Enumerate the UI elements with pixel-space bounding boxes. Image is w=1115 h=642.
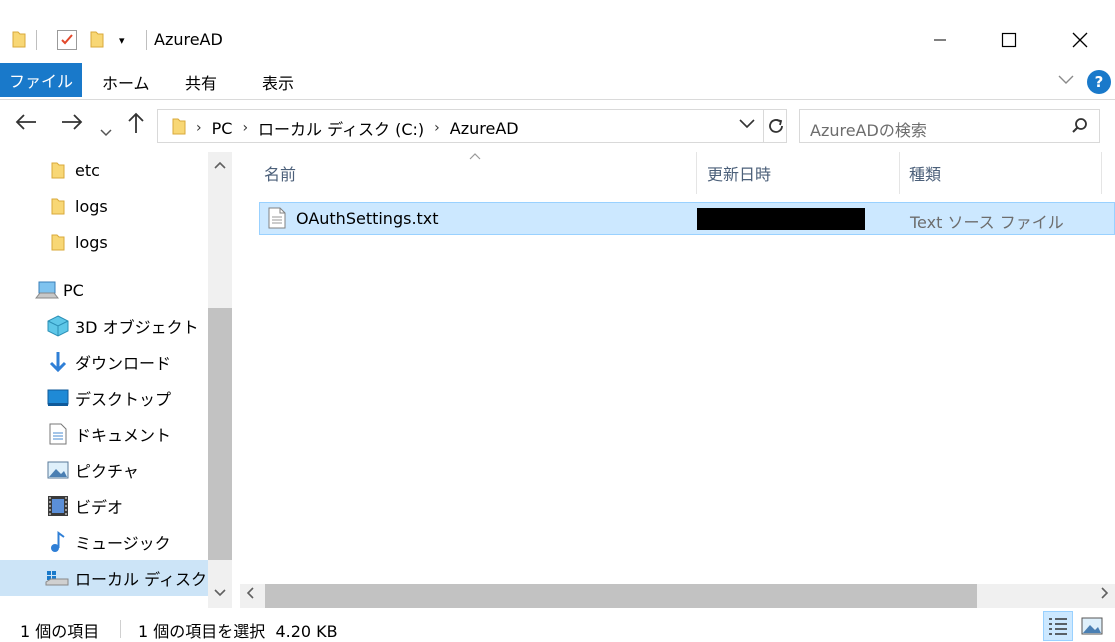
desktop-icon bbox=[47, 389, 69, 407]
back-arrow-icon bbox=[15, 114, 36, 130]
help-button[interactable]: ? bbox=[1087, 70, 1111, 94]
search-box[interactable]: AzureADの検索 bbox=[799, 109, 1100, 143]
music-icon bbox=[49, 531, 67, 553]
videos-icon bbox=[47, 495, 69, 517]
column-header-type[interactable]: 種類 bbox=[909, 152, 1099, 194]
horizontal-scrollbar-thumb[interactable] bbox=[265, 584, 977, 608]
tab-file[interactable]: ファイル bbox=[0, 63, 82, 97]
download-icon bbox=[49, 351, 67, 373]
refresh-icon bbox=[768, 119, 783, 133]
properties-icon[interactable] bbox=[57, 30, 77, 50]
pictures-icon bbox=[47, 461, 69, 479]
maximize-icon bbox=[1001, 32, 1017, 48]
breadcrumb-local-disk[interactable]: ローカル ディスク (C:) bbox=[258, 116, 424, 140]
recent-locations-button[interactable] bbox=[100, 118, 112, 142]
text-file-icon bbox=[268, 207, 286, 233]
chevron-right-icon[interactable]: › bbox=[196, 120, 202, 136]
chevron-down-icon bbox=[100, 129, 112, 137]
tab-share[interactable]: 共有 bbox=[185, 70, 217, 94]
scroll-down-icon[interactable] bbox=[214, 586, 226, 600]
folder-icon bbox=[12, 30, 26, 48]
nav-item-music[interactable]: ミュージック bbox=[0, 524, 208, 560]
close-icon bbox=[1072, 32, 1088, 48]
customize-quick-access-icon[interactable]: ▾ bbox=[119, 34, 125, 47]
title-bar: ▾ AzureAD bbox=[0, 0, 1115, 62]
column-header-modified[interactable]: 更新日時 bbox=[707, 152, 897, 194]
file-name: OAuthSettings.txt bbox=[296, 209, 439, 228]
search-icon[interactable] bbox=[1071, 117, 1089, 139]
maximize-button[interactable] bbox=[976, 22, 1042, 58]
details-view-button[interactable] bbox=[1043, 611, 1073, 641]
nav-scrollbar[interactable] bbox=[208, 152, 232, 608]
folder-icon bbox=[51, 233, 65, 251]
back-button[interactable] bbox=[15, 112, 37, 136]
3d-objects-icon bbox=[47, 315, 69, 337]
nav-item-desktop[interactable]: デスクトップ bbox=[0, 380, 208, 416]
search-input[interactable]: AzureADの検索 bbox=[810, 117, 927, 141]
file-list: 名前 更新日時 種類 OAuthSettings.txt Text ソース ファ… bbox=[240, 152, 1115, 608]
chevron-right-icon[interactable]: › bbox=[242, 120, 248, 136]
up-button[interactable] bbox=[127, 112, 145, 139]
folder-icon bbox=[172, 117, 186, 139]
scroll-left-icon[interactable] bbox=[246, 587, 254, 603]
item-count: 1 個の項目 bbox=[20, 622, 100, 641]
forward-button[interactable] bbox=[61, 112, 83, 136]
address-bar[interactable]: › PC › ローカル ディスク (C:) › AzureAD bbox=[157, 109, 787, 143]
redacted-date bbox=[697, 208, 865, 230]
nav-item-downloads[interactable]: ダウンロード bbox=[0, 344, 208, 380]
large-icons-view-icon bbox=[1081, 617, 1103, 635]
scroll-up-icon[interactable] bbox=[214, 158, 226, 172]
nav-item-3d-objects[interactable]: 3D オブジェクト bbox=[0, 308, 208, 344]
breadcrumb-azuread[interactable]: AzureAD bbox=[450, 119, 519, 138]
window-title: AzureAD bbox=[154, 30, 223, 49]
up-arrow-icon bbox=[128, 112, 144, 133]
navigation-pane: etc logs logs PC 3D オブジェクト ダウンロード デスクトップ… bbox=[0, 152, 232, 608]
column-header-name[interactable]: 名前 bbox=[264, 152, 694, 194]
nav-item-videos[interactable]: ビデオ bbox=[0, 488, 208, 524]
file-row[interactable]: OAuthSettings.txt Text ソース ファイル bbox=[259, 202, 1115, 235]
tab-home[interactable]: ホーム bbox=[102, 70, 150, 94]
expand-ribbon-icon[interactable] bbox=[1058, 70, 1074, 89]
nav-item-logs[interactable]: logs bbox=[0, 188, 208, 224]
details-view-icon bbox=[1049, 618, 1067, 635]
nav-item-pc[interactable]: PC bbox=[0, 272, 208, 308]
ribbon: ファイル ホーム 共有 表示 bbox=[0, 62, 1115, 100]
new-folder-icon[interactable] bbox=[90, 30, 104, 48]
nav-item-local-disk[interactable]: ローカル ディスク (C:) bbox=[0, 560, 208, 596]
selection-info: 1 個の項目を選択 4.20 KB bbox=[138, 622, 338, 641]
minimize-icon bbox=[934, 39, 946, 41]
tab-view[interactable]: 表示 bbox=[262, 70, 294, 94]
nav-item-pictures[interactable]: ピクチャ bbox=[0, 452, 208, 488]
documents-icon bbox=[49, 423, 67, 445]
address-history-icon[interactable] bbox=[739, 117, 755, 133]
chevron-right-icon[interactable]: › bbox=[434, 120, 440, 136]
nav-item-documents[interactable]: ドキュメント bbox=[0, 416, 208, 452]
pc-icon bbox=[35, 280, 59, 300]
nav-item-logs[interactable]: logs bbox=[0, 224, 208, 260]
status-bar: 1 個の項目 1 個の項目を選択 4.20 KB bbox=[0, 608, 1115, 642]
nav-item-etc[interactable]: etc bbox=[0, 152, 208, 188]
refresh-button[interactable] bbox=[763, 110, 787, 142]
scroll-right-icon[interactable] bbox=[1101, 587, 1109, 603]
forward-arrow-icon bbox=[62, 114, 83, 130]
folder-icon bbox=[51, 197, 65, 215]
nav-scrollbar-thumb[interactable] bbox=[208, 308, 232, 560]
local-disk-icon bbox=[45, 569, 69, 587]
close-button[interactable] bbox=[1047, 22, 1113, 58]
minimize-button[interactable] bbox=[907, 22, 973, 58]
large-icons-view-button[interactable] bbox=[1077, 611, 1107, 641]
horizontal-scrollbar[interactable] bbox=[240, 584, 1115, 608]
file-type: Text ソース ファイル bbox=[910, 213, 1064, 232]
folder-icon bbox=[51, 161, 65, 179]
breadcrumb-pc[interactable]: PC bbox=[212, 119, 233, 138]
